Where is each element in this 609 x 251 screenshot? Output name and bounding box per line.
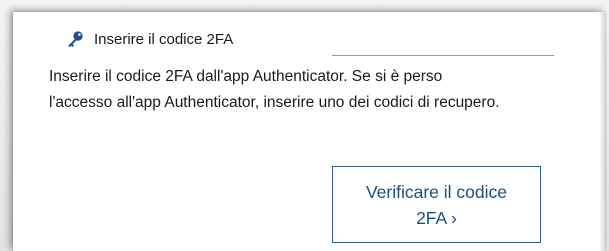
twofa-panel: Inserire il codice 2FA Inserire il codic…: [13, 12, 605, 251]
key-icon: [66, 30, 84, 48]
twofa-description: Inserire il codice 2FA dall'app Authenti…: [49, 64, 597, 116]
description-line-2: l'accesso all'app Authenticator, inserir…: [49, 94, 500, 111]
twofa-field-label: Inserire il codice 2FA: [94, 30, 234, 48]
panel-edge: [599, 12, 605, 251]
twofa-code-input[interactable]: [332, 26, 554, 56]
window-background: Inserire il codice 2FA Inserire il codic…: [0, 0, 609, 251]
verify-button-label-line-2: 2FA ›: [416, 207, 457, 228]
verify-2fa-button[interactable]: Verificare il codice 2FA ›: [332, 166, 541, 243]
verify-button-label-line-1: Verificare il codice: [365, 181, 508, 202]
twofa-field-row: Inserire il codice 2FA: [66, 30, 233, 48]
description-line-1: Inserire il codice 2FA dall'app Authenti…: [49, 68, 443, 85]
